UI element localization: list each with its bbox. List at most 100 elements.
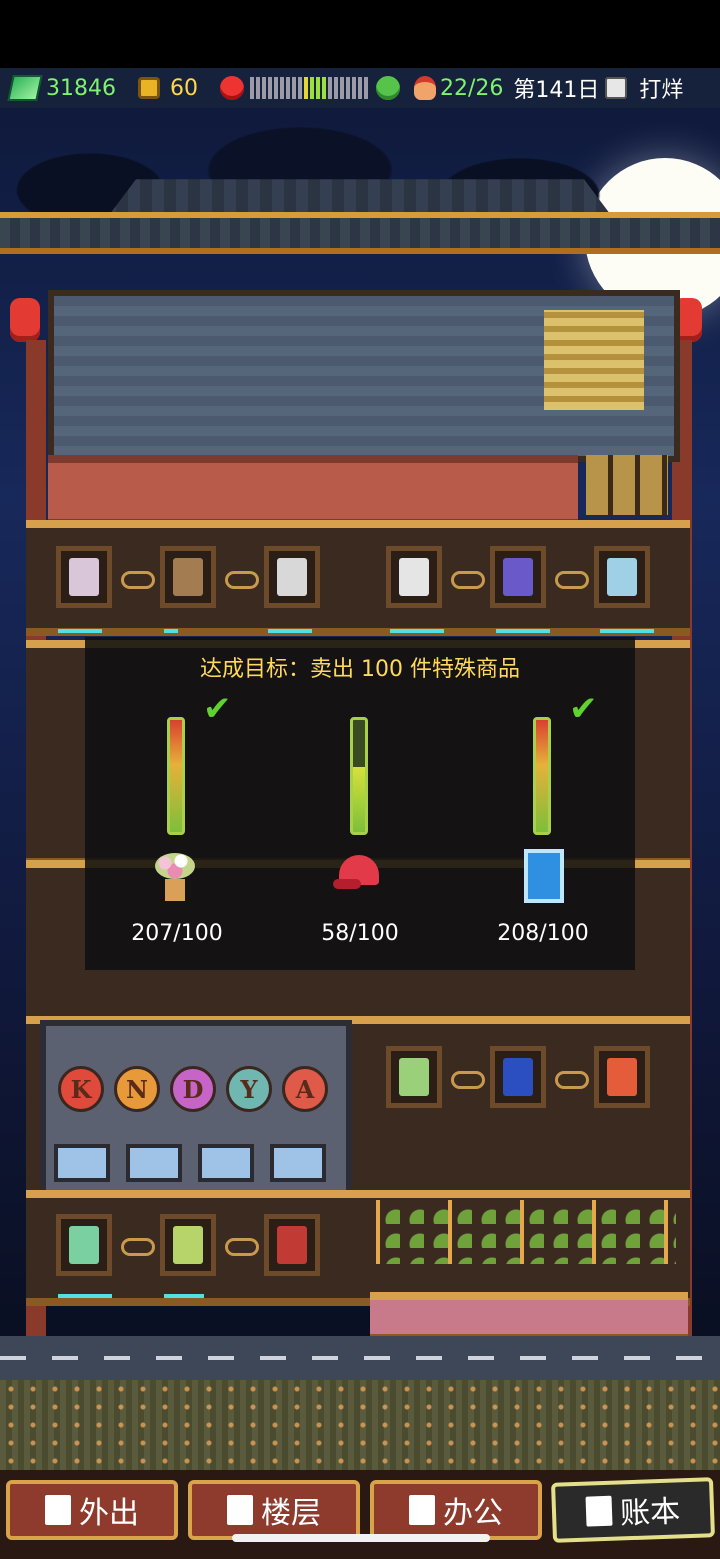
progress-fill <box>536 720 548 832</box>
staff-display[interactable]: 22/26 <box>410 68 503 108</box>
red-beam <box>48 455 578 527</box>
capsule-d: D <box>170 1066 216 1112</box>
stock-bar <box>58 1294 112 1298</box>
machine-window <box>270 1144 326 1182</box>
money-display[interactable]: 31846 <box>0 68 116 108</box>
floors-icon <box>227 1495 253 1525</box>
staff-count: 22/26 <box>440 75 504 101</box>
notebook-icon <box>399 558 429 596</box>
capsule-a: A <box>282 1066 328 1112</box>
upper-wall <box>48 290 680 462</box>
floors-button[interactable]: 楼层 <box>188 1480 360 1540</box>
shelf-slot[interactable] <box>264 1214 320 1276</box>
progress-gauge <box>167 717 185 835</box>
clock-icon <box>605 77 628 99</box>
mood-meter[interactable] <box>198 68 410 108</box>
capsule-machine[interactable]: K N D Y A <box>40 1020 352 1202</box>
shelf-slot[interactable] <box>594 1046 650 1108</box>
lantern-left-icon <box>10 298 40 342</box>
shelf-slot[interactable] <box>386 546 442 608</box>
blue-tablet-icon <box>524 849 564 903</box>
machine-window <box>198 1144 254 1182</box>
door-icon <box>45 1495 71 1525</box>
capsule-n: N <box>114 1066 160 1112</box>
stock-bar <box>164 629 178 633</box>
ledger-label: 账本 <box>619 1494 681 1532</box>
shelf-row-5-left <box>56 1214 368 1276</box>
coin-display[interactable]: 60 <box>116 68 198 108</box>
shelf-row-4-right <box>386 1046 698 1108</box>
progress-gauge <box>350 717 368 835</box>
happy-face-icon <box>376 76 400 100</box>
soap-bottle-icon <box>399 1058 429 1096</box>
can-icon <box>277 558 307 596</box>
stock-bar <box>164 1294 204 1298</box>
coin-value: 60 <box>170 75 198 101</box>
link-icon <box>225 1238 259 1256</box>
machine-window <box>54 1144 110 1182</box>
link-icon <box>555 1071 589 1089</box>
soda-can-icon <box>503 1058 533 1096</box>
shelf-slot[interactable] <box>56 546 112 608</box>
shop-status: 打烊 <box>639 78 684 103</box>
shelf-slot[interactable] <box>160 546 216 608</box>
link-icon <box>451 571 485 589</box>
box-icon <box>173 558 203 596</box>
card-icon <box>69 1226 99 1264</box>
floors-label: 楼层 <box>261 1496 321 1531</box>
snack-box-icon <box>173 1226 203 1264</box>
clearance-tag-icon <box>277 1226 307 1264</box>
stock-bar <box>496 629 550 633</box>
link-icon <box>121 1238 155 1256</box>
office-label: 办公 <box>443 1496 503 1531</box>
capsule-k: K <box>58 1066 104 1112</box>
flower-bouquet-icon <box>149 851 201 903</box>
progress-fill <box>353 767 365 832</box>
stock-bar <box>268 629 312 633</box>
day-display: 第141日 打烊 <box>503 68 683 108</box>
mood-bar <box>250 77 368 99</box>
office-button[interactable]: 办公 <box>370 1480 542 1540</box>
ledger-icon <box>585 1495 613 1527</box>
machine-window <box>126 1144 182 1182</box>
ledger-button[interactable]: 账本 <box>551 1477 715 1543</box>
shelf-row-1-left <box>56 546 368 608</box>
progress-fill <box>170 720 182 832</box>
link-icon <box>451 1071 485 1089</box>
goal-panel[interactable]: 达成目标：卖出 100 件特殊商品 ✔ ✔ 207/100 58/100 208… <box>85 637 635 970</box>
day-counter: 第141日 <box>513 78 600 103</box>
shelf-slot[interactable] <box>594 546 650 608</box>
staff-icon <box>414 76 436 100</box>
link-icon <box>121 571 155 589</box>
go-out-label: 外出 <box>79 1496 139 1531</box>
flowers <box>0 1380 720 1480</box>
money-value: 31846 <box>46 75 116 101</box>
status-bar: 31846 60 22/26 第141日 打烊 <box>0 68 720 108</box>
produce-stand[interactable] <box>376 1200 676 1264</box>
shelf-slot[interactable] <box>490 546 546 608</box>
lane-markings <box>0 1356 720 1360</box>
progress-count: 207/100 <box>131 921 223 946</box>
stock-bar <box>58 629 102 633</box>
wooden-doors <box>586 455 668 515</box>
progress-count: 58/100 <box>321 921 399 946</box>
angry-face-icon <box>220 76 244 100</box>
stock-bar <box>600 629 654 633</box>
progress-count: 208/100 <box>497 921 589 946</box>
lit-window <box>544 310 644 410</box>
coin-icon <box>138 77 160 99</box>
check-icon: ✔ <box>569 689 598 729</box>
shelf-slot[interactable] <box>56 1214 112 1276</box>
shelf-slot[interactable] <box>264 546 320 608</box>
link-icon <box>555 571 589 589</box>
noodle-cup-icon <box>607 1058 637 1096</box>
home-indicator[interactable] <box>232 1534 490 1542</box>
stapler-icon <box>503 558 533 596</box>
shelf-slot[interactable] <box>490 1046 546 1108</box>
shelf-slot[interactable] <box>386 1046 442 1108</box>
flower-bed <box>0 1380 720 1480</box>
go-out-button[interactable]: 外出 <box>6 1480 178 1540</box>
ground-storefront[interactable] <box>370 1292 688 1342</box>
capsule-y: Y <box>226 1066 272 1112</box>
shelf-slot[interactable] <box>160 1214 216 1276</box>
